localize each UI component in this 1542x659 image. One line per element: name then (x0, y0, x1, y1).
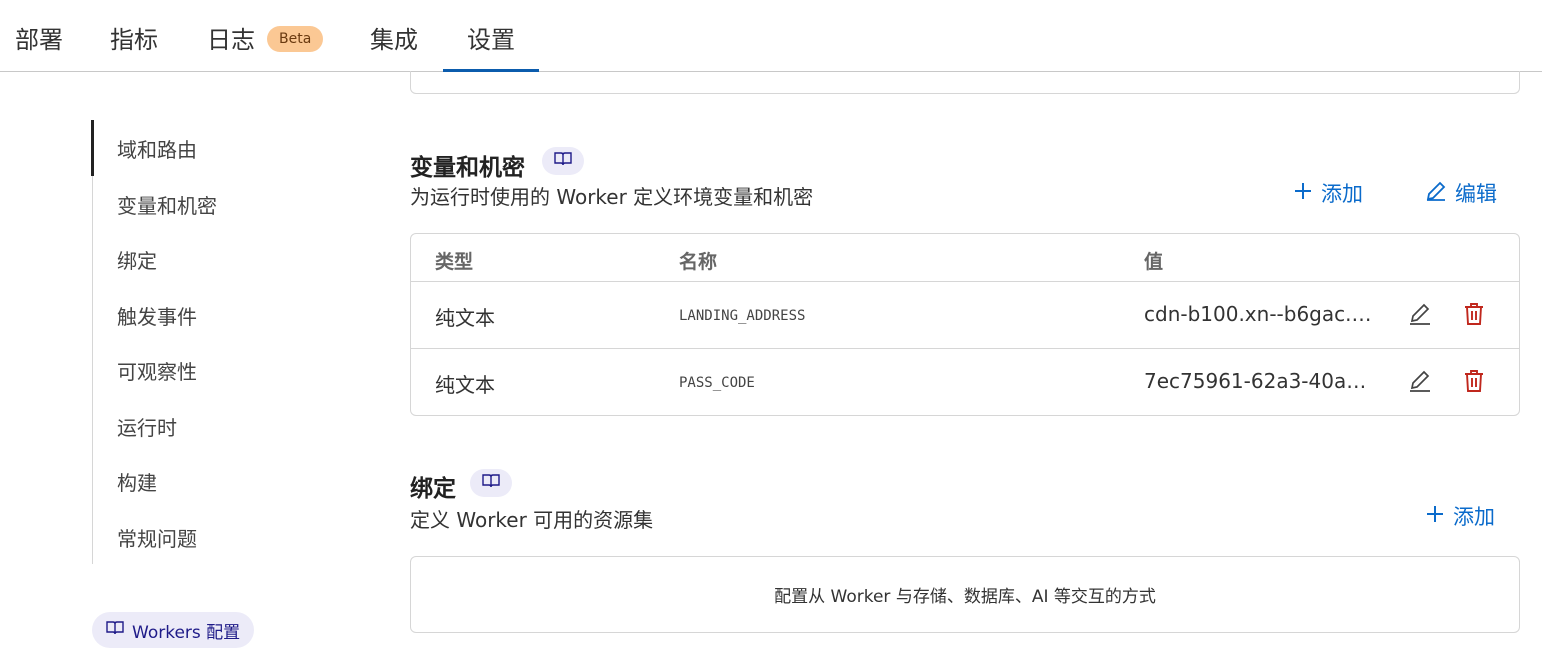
tab-deployments[interactable]: 部署 (15, 20, 63, 72)
tab-label: 设置 (467, 26, 515, 54)
bindings-section-description: 定义 Worker 可用的资源集 (410, 508, 654, 532)
plus-icon (1425, 504, 1445, 529)
table-row: 纯文本 PASS_CODE 7ec75961-62a3-40a5… (411, 349, 1519, 416)
sidebar-item-triggers[interactable]: 触发事件 (117, 301, 197, 330)
tab-label: 集成 (370, 26, 418, 54)
sidebar-item-bindings[interactable]: 绑定 (117, 245, 157, 274)
trash-icon (1463, 302, 1485, 330)
sidebar-item-build[interactable]: 构建 (117, 467, 157, 496)
add-label: 添加 (1321, 182, 1363, 206)
table-header: 类型 名称 值 (411, 234, 1519, 282)
cell-name: LANDING_ADDRESS (679, 308, 806, 324)
active-indicator (91, 120, 94, 176)
edit-row-button[interactable] (1406, 302, 1434, 330)
cell-type: 纯文本 (435, 306, 495, 330)
tab-settings[interactable]: 设置 (443, 20, 539, 72)
table-row: 纯文本 LANDING_ADDRESS cdn-b100.xn--b6gac.… (411, 282, 1519, 349)
add-variable-button[interactable]: 添加 (1293, 178, 1363, 208)
delete-row-button[interactable] (1460, 302, 1488, 330)
top-tab-bar: 部署 指标 日志 Beta 集成 设置 (0, 0, 1542, 72)
tab-integrations[interactable]: 集成 (370, 20, 418, 72)
doc-link-label: Workers 配置 (132, 622, 241, 643)
variables-section-title: 变量和机密 (410, 155, 525, 181)
sidebar-item-runtime[interactable]: 运行时 (117, 412, 177, 441)
trash-icon (1463, 369, 1485, 397)
variables-docs-button[interactable] (542, 147, 584, 175)
column-header-type: 类型 (435, 251, 474, 273)
tab-metrics[interactable]: 指标 (110, 20, 158, 72)
bindings-docs-button[interactable] (470, 469, 512, 497)
plus-icon (1293, 181, 1313, 206)
add-label: 添加 (1453, 505, 1495, 529)
column-header-name: 名称 (679, 251, 718, 273)
tab-label: 日志 (207, 26, 255, 54)
empty-state-text: 配置从 Worker 与存储、数据库、AI 等交互的方式 (774, 587, 1156, 607)
cell-value: 7ec75961-62a3-40a5… (1144, 369, 1376, 393)
bindings-empty-state: 配置从 Worker 与存储、数据库、AI 等交互的方式 (410, 556, 1520, 633)
cell-type: 纯文本 (435, 373, 495, 397)
settings-sidebar: 域和路由 变量和机密 绑定 触发事件 可观察性 运行时 构建 常规问题 (91, 120, 292, 564)
sidebar-item-domains-routes[interactable]: 域和路由 (117, 134, 197, 163)
book-icon (554, 151, 572, 171)
edit-variables-button[interactable]: 编辑 (1425, 178, 1497, 208)
variables-table: 类型 名称 值 纯文本 LANDING_ADDRESS cdn-b100.xn-… (410, 233, 1520, 416)
book-icon (482, 473, 500, 493)
variables-section-description: 为运行时使用的 Worker 定义环境变量和机密 (410, 185, 814, 209)
tab-label: 部署 (15, 26, 63, 54)
cell-value: cdn-b100.xn--b6gac.… (1144, 302, 1372, 326)
add-binding-button[interactable]: 添加 (1425, 501, 1495, 531)
sidebar-item-variables-secrets[interactable]: 变量和机密 (117, 190, 217, 219)
pencil-icon (1408, 302, 1432, 330)
workers-config-doc-link[interactable]: Workers 配置 (92, 612, 255, 648)
edit-label: 编辑 (1455, 182, 1497, 206)
previous-section-card (410, 71, 1520, 94)
tab-logs[interactable]: 日志 (207, 20, 255, 72)
cell-name: PASS_CODE (679, 375, 755, 391)
tab-label: 指标 (110, 26, 158, 54)
bindings-section-title: 绑定 (410, 476, 456, 502)
beta-badge: Beta (267, 26, 324, 52)
book-icon (106, 620, 124, 641)
delete-row-button[interactable] (1460, 369, 1488, 397)
pencil-icon (1425, 180, 1447, 207)
sidebar-item-general[interactable]: 常规问题 (117, 523, 197, 552)
edit-row-button[interactable] (1406, 369, 1434, 397)
column-header-value: 值 (1144, 251, 1164, 273)
sidebar-item-observability[interactable]: 可观察性 (117, 356, 197, 385)
pencil-icon (1408, 369, 1432, 397)
